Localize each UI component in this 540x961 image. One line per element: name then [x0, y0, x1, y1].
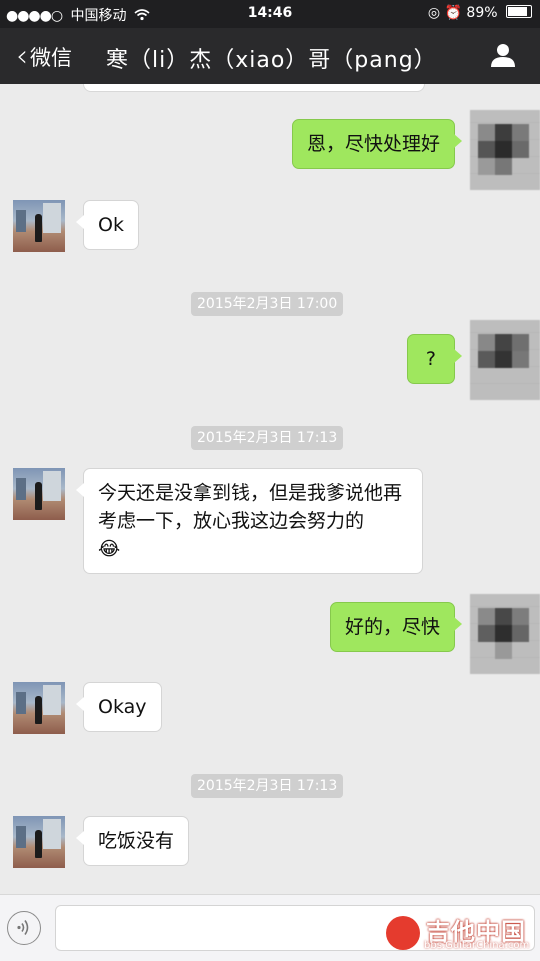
message-list[interactable]: 恩，尽快处理好 Ok 2015年2月3日 17:00 ? 2015年2月3日 1…: [0, 84, 540, 894]
previous-message-bubble: [83, 84, 425, 92]
chevron-left-icon: ‹: [16, 39, 28, 74]
message-bubble-received[interactable]: 今天还是没拿到钱，但是我爹说他再考虑一下，放心我这边会努力的 😂: [76, 468, 423, 574]
chat-header: ‹ 微信 寒（li）杰（xiao）哥（pang）: [0, 28, 540, 84]
message-text: ?: [425, 348, 436, 370]
friend-avatar[interactable]: [13, 200, 65, 252]
friend-avatar[interactable]: [13, 816, 65, 868]
message-text: Okay: [98, 696, 147, 718]
voice-icon[interactable]: [7, 911, 41, 945]
message-bubble-received[interactable]: Okay: [76, 682, 162, 732]
message-text: 吃饭没有: [98, 830, 175, 852]
my-avatar[interactable]: [470, 110, 540, 190]
back-button[interactable]: ‹ 微信: [16, 42, 72, 72]
battery-group: ◎ ⏰ 89%: [428, 5, 532, 21]
message-bubble-received[interactable]: 吃饭没有: [75, 816, 190, 866]
chat-title: 寒（li）杰（xiao）哥（pang）: [106, 48, 437, 73]
alarm-icon: ⏰: [444, 5, 462, 21]
watermark-url: bbs.GuitarChina.com: [424, 940, 530, 951]
message-bubble-sent[interactable]: 好的，尽快: [329, 602, 463, 652]
status-bar: ●●●●○ 中国移动 14:46 ◎ ⏰ 89%: [0, 0, 540, 28]
timestamp: 2015年2月3日 17:13: [191, 774, 344, 798]
guitar-logo-icon: [386, 916, 420, 950]
timestamp: 2015年2月3日 17:13: [191, 426, 344, 450]
crying-laughing-emoji: 😂: [98, 538, 121, 560]
battery-percent: 89%: [466, 5, 498, 21]
my-avatar[interactable]: [470, 594, 540, 674]
battery-icon: [506, 5, 532, 18]
my-avatar[interactable]: [470, 320, 540, 400]
rotation-lock-icon: ◎: [427, 5, 441, 21]
message-text: 好的，尽快: [344, 616, 440, 638]
person-icon[interactable]: [490, 42, 516, 68]
message-text: Ok: [98, 214, 124, 236]
message-bubble-received[interactable]: Ok: [76, 200, 139, 250]
watermark-logo: 吉他中国 bbs.GuitarChina.com: [384, 914, 534, 960]
message-text: 恩，尽快处理好: [306, 133, 440, 155]
message-text: 今天还是没拿到钱，但是我爹说他再考虑一下，放心我这边会努力的: [98, 482, 403, 532]
message-bubble-sent[interactable]: ?: [406, 334, 463, 384]
back-label: 微信: [30, 46, 72, 70]
timestamp: 2015年2月3日 17:00: [191, 292, 344, 316]
message-bubble-sent[interactable]: 恩，尽快处理好: [291, 119, 463, 169]
friend-avatar[interactable]: [13, 468, 65, 520]
friend-avatar[interactable]: [13, 682, 65, 734]
